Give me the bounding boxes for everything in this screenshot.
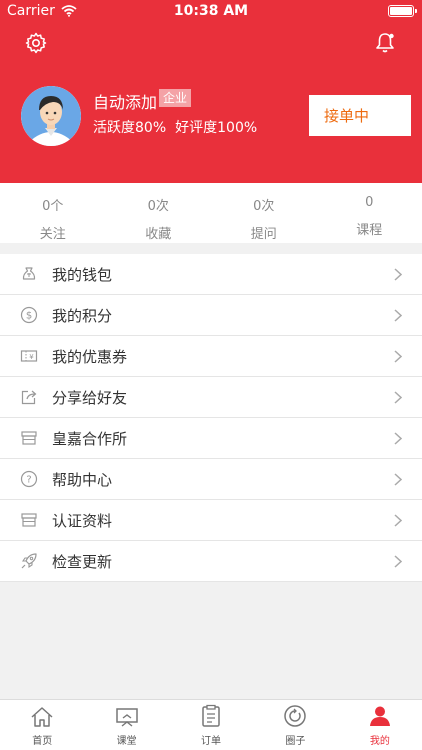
chevron-right-icon [394,350,402,363]
circle-icon [284,705,307,727]
user-name: 自动添加 [93,93,158,112]
user-avatar-icon [21,86,81,146]
status-bar: Carrier 10:38 AM [0,0,422,22]
chevron-right-icon [394,309,402,322]
profile-icon [369,706,390,726]
share-icon [19,387,39,407]
settings-menu: 我的钱包 $ 我的积分 ¥ 我的优惠券 分享给好友 皇嘉合作所 ? 帮助中心 认… [0,254,422,582]
certification-icon [19,510,39,530]
notification-button[interactable] [370,28,400,58]
rating-rate: 好评度100% [175,120,258,136]
bell-icon [376,33,394,53]
tab-classroom[interactable]: 课堂 [84,700,168,750]
menu-item-certification[interactable]: 认证资料 [0,500,422,541]
svg-text:?: ? [26,475,31,486]
menu-item-points[interactable]: $ 我的积分 [0,295,422,336]
avatar[interactable] [21,86,81,146]
menu-item-help[interactable]: ? 帮助中心 [0,459,422,500]
tab-home[interactable]: 首页 [0,700,84,750]
help-icon: ? [19,469,39,489]
stat-follow[interactable]: 0个 关注 [0,183,106,243]
order-status-button[interactable]: 接单中 [309,95,411,136]
tab-circle[interactable]: 圈子 [253,700,337,750]
status-time: 10:38 AM [173,3,249,19]
chevron-right-icon [394,432,402,445]
tab-orders[interactable]: 订单 [169,700,253,750]
stat-favorites[interactable]: 0次 收藏 [106,183,212,243]
menu-item-share[interactable]: 分享给好友 [0,377,422,418]
stat-courses[interactable]: 0 课程 [317,183,422,243]
menu-item-wallet[interactable]: 我的钱包 [0,254,422,295]
enterprise-badge: 企业 [159,89,192,107]
chevron-right-icon [394,268,402,281]
profile-header: Carrier 10:38 AM 自动添加 企业 活跃度80% 好评度100% … [0,0,422,183]
gear-icon [25,32,47,54]
order-icon [202,704,220,727]
svg-text:$: $ [26,311,32,322]
chevron-right-icon [394,514,402,527]
chevron-right-icon [394,473,402,486]
store-icon [19,428,39,448]
stat-questions[interactable]: 0次 提问 [211,183,317,243]
tab-profile[interactable]: 我的 [338,700,422,750]
home-icon [31,707,53,727]
menu-item-check-update[interactable]: 检查更新 [0,541,422,582]
stats-row: 0个 关注 0次 收藏 0次 提问 0 课程 [0,183,422,243]
wallet-icon [19,264,39,284]
coupon-icon: ¥ [19,346,39,366]
activity-rate: 活跃度80% [93,120,167,136]
battery-icon [388,5,417,17]
menu-item-partner-store[interactable]: 皇嘉合作所 [0,418,422,459]
chevron-right-icon [394,391,402,404]
settings-button[interactable] [21,28,51,58]
menu-item-coupons[interactable]: ¥ 我的优惠券 [0,336,422,377]
svg-text:¥: ¥ [29,353,34,361]
bottom-tab-bar: 首页 课堂 订单 圈子 我的 [0,699,422,750]
classroom-icon [115,708,138,727]
rocket-icon [19,551,39,571]
chevron-right-icon [394,555,402,568]
points-icon: $ [19,305,39,325]
